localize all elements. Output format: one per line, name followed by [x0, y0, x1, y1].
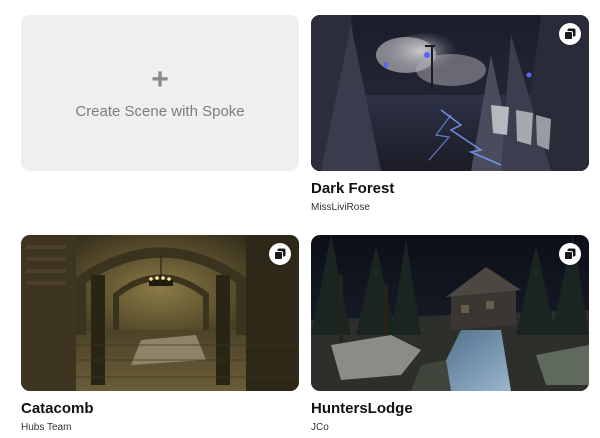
copy-icon[interactable] [559, 243, 581, 265]
create-scene-label: Create Scene with Spoke [75, 102, 245, 120]
scene-card: HuntersLodge JCo [311, 235, 589, 434]
scene-author: Hubs Team [21, 422, 72, 433]
create-scene-card: + Create Scene with Spoke [21, 15, 299, 171]
create-scene-button[interactable]: + Create Scene with Spoke [21, 15, 299, 171]
plus-icon: + [151, 62, 169, 96]
scene-title[interactable]: Catacomb [21, 400, 299, 418]
catacomb-image [21, 235, 299, 391]
scene-thumbnail-hunters-lodge[interactable] [311, 235, 589, 391]
scene-card: Catacomb Hubs Team [21, 235, 299, 434]
copy-icon[interactable] [559, 23, 581, 45]
scene-author: MissLiviRose [311, 202, 370, 213]
scene-title[interactable]: HuntersLodge [311, 400, 589, 418]
scene-thumbnail-catacomb[interactable] [21, 235, 299, 391]
scene-author: JCo [311, 422, 329, 433]
hunters-lodge-image [311, 235, 589, 391]
scene-title[interactable]: Dark Forest [311, 180, 589, 198]
scene-thumbnail-dark-forest[interactable] [311, 15, 589, 171]
copy-icon[interactable] [269, 243, 291, 265]
dark-forest-image [311, 15, 589, 171]
scene-card: Dark Forest MissLiviRose [311, 15, 589, 214]
